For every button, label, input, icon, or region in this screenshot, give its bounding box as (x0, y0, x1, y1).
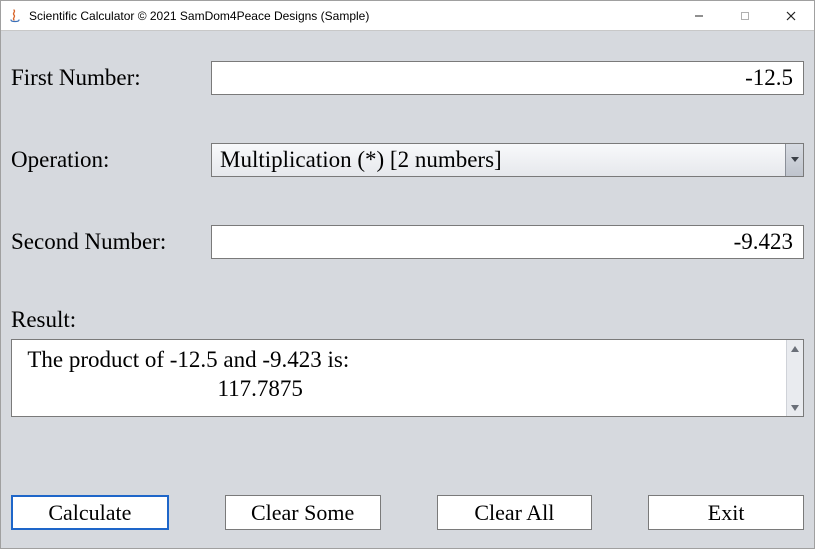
first-number-input[interactable] (211, 61, 804, 95)
result-scrollbar[interactable] (786, 340, 803, 416)
calculate-button[interactable]: Calculate (11, 495, 169, 530)
app-window: Scientific Calculator © 2021 SamDom4Peac… (0, 0, 815, 549)
combobox-dropdown-button[interactable] (785, 144, 803, 176)
first-number-label: First Number: (11, 65, 211, 91)
result-label-row: Result: (11, 307, 804, 333)
titlebar: Scientific Calculator © 2021 SamDom4Peac… (1, 1, 814, 31)
scroll-down-icon[interactable] (787, 399, 803, 416)
result-textarea[interactable]: The product of -12.5 and -9.423 is: 117.… (12, 340, 786, 416)
result-label: Result: (11, 307, 76, 332)
exit-button[interactable]: Exit (648, 495, 804, 530)
java-app-icon (7, 8, 23, 24)
scroll-up-icon[interactable] (787, 340, 803, 357)
close-button[interactable] (768, 1, 814, 30)
clear-some-button[interactable]: Clear Some (225, 495, 381, 530)
second-number-label: Second Number: (11, 229, 211, 255)
operation-label: Operation: (11, 147, 211, 173)
operation-row: Operation: Multiplication (*) [2 numbers… (11, 143, 804, 177)
clear-all-button[interactable]: Clear All (437, 495, 593, 530)
maximize-button (722, 1, 768, 30)
operation-combobox[interactable]: Multiplication (*) [2 numbers] (211, 143, 804, 177)
first-number-row: First Number: (11, 61, 804, 95)
result-textarea-wrap: The product of -12.5 and -9.423 is: 117.… (11, 339, 804, 417)
client-area: First Number: Operation: Multiplication … (1, 31, 814, 548)
chevron-down-icon (791, 157, 799, 163)
button-row: Calculate Clear Some Clear All Exit (11, 495, 804, 530)
minimize-button[interactable] (676, 1, 722, 30)
second-number-input[interactable] (211, 225, 804, 259)
operation-selected-text: Multiplication (*) [2 numbers] (220, 147, 502, 173)
second-number-row: Second Number: (11, 225, 804, 259)
window-title: Scientific Calculator © 2021 SamDom4Peac… (29, 9, 369, 23)
window-controls (676, 1, 814, 30)
